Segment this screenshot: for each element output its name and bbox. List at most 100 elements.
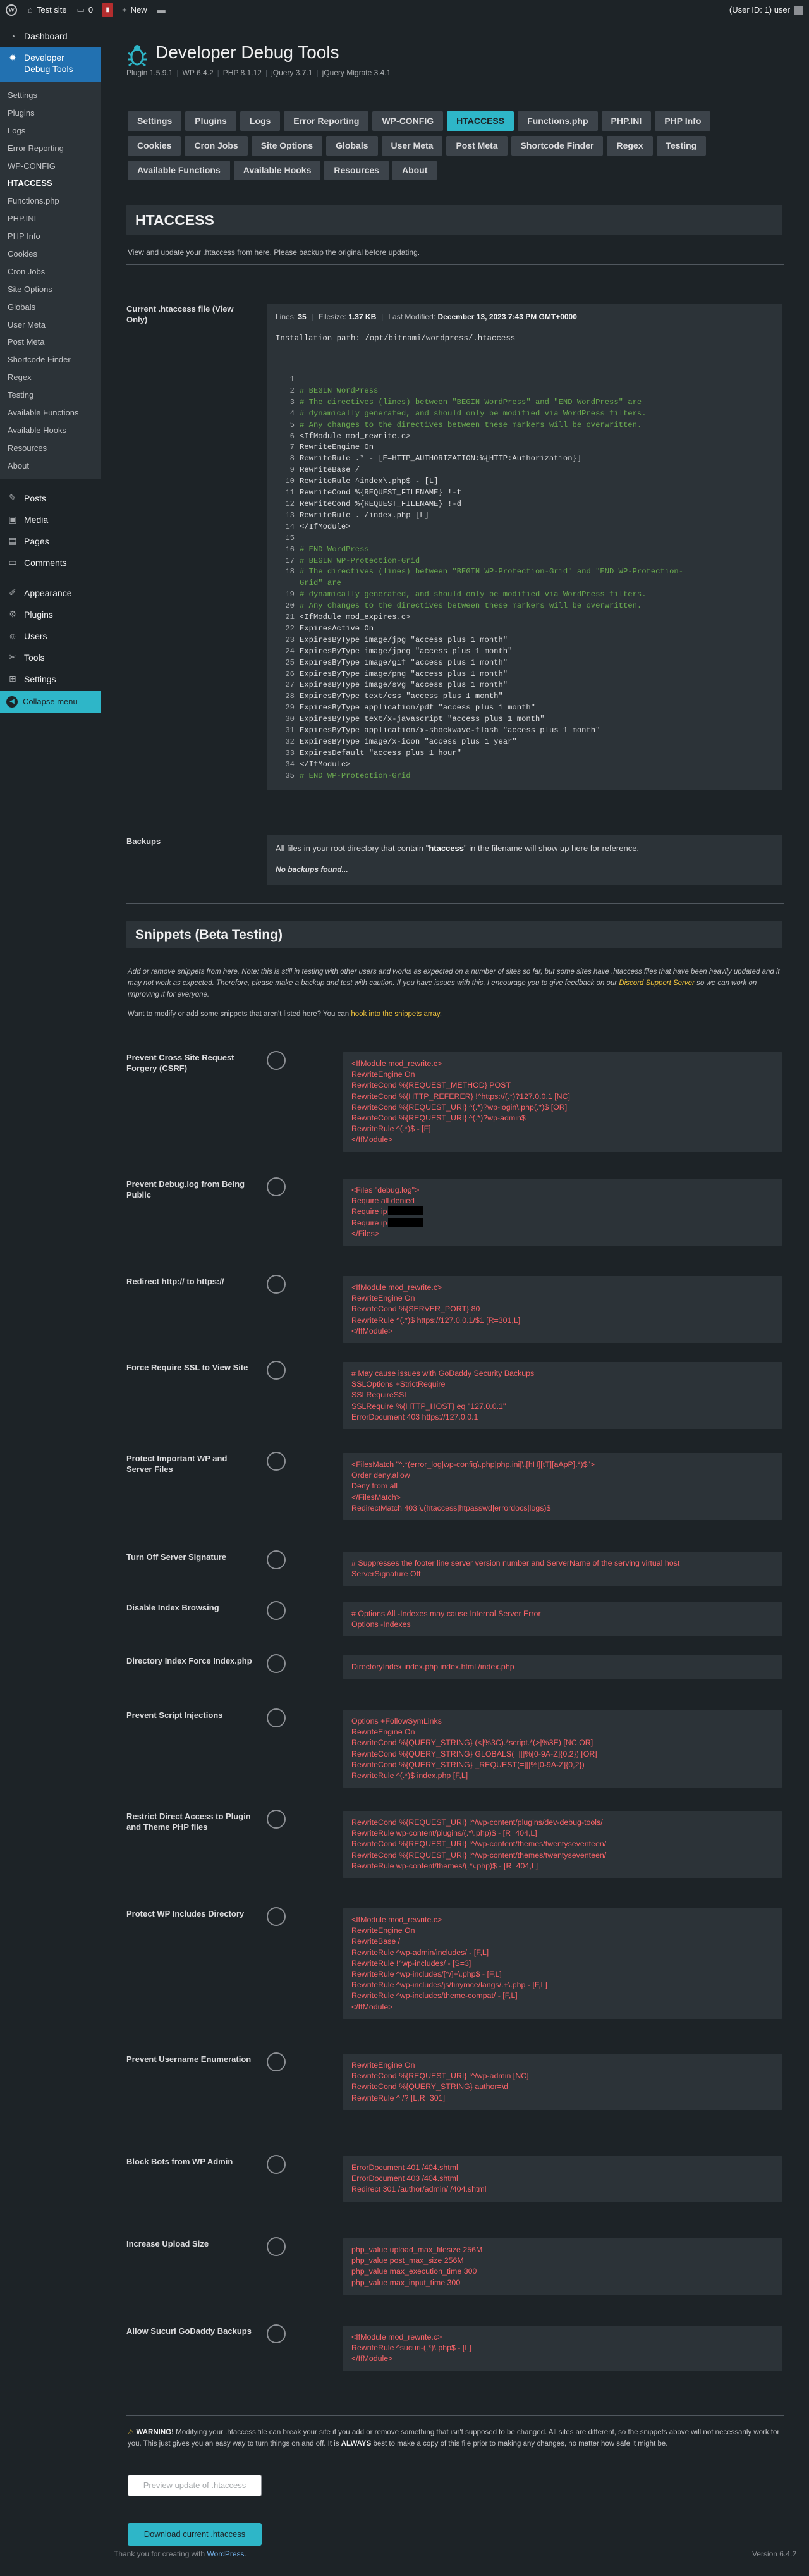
menu-plugins[interactable]: ⚙ Plugins (0, 604, 101, 625)
menu-media[interactable]: ▣ Media (0, 509, 101, 531)
snippet-toggle[interactable] (267, 1361, 286, 1380)
notes-icon[interactable]: ▬ (152, 0, 174, 20)
site-name-link[interactable]: ⌂ Test site (23, 0, 72, 20)
hook-snippets-link[interactable]: hook into the snippets array (351, 1010, 439, 1018)
line-number: 18 (285, 567, 295, 577)
tab-php-ini[interactable]: PHP.INI (601, 111, 652, 131)
submenu-item-htaccess[interactable]: HTACCESS (0, 175, 101, 192)
appearance-icon: ✐ (9, 587, 16, 598)
submenu-item-cookies[interactable]: Cookies (0, 245, 101, 263)
snippet-label: Directory Index Force Index.php (126, 1656, 252, 1665)
preview-update-button[interactable]: Preview update of .htaccess (128, 2475, 262, 2496)
tab-globals[interactable]: Globals (326, 136, 378, 156)
submenu-item-user-meta[interactable]: User Meta (0, 316, 101, 334)
submenu-item-php-ini[interactable]: PHP.INI (0, 210, 101, 228)
debug-alert-icon[interactable]: ▮ (102, 3, 114, 17)
discord-link[interactable]: Discord Support Server (619, 979, 695, 987)
submenu-item-regex[interactable]: Regex (0, 369, 101, 386)
snippet-toggle[interactable] (267, 1907, 286, 1926)
tab-php-info[interactable]: PHP Info (655, 111, 711, 131)
submenu-item-about[interactable]: About (0, 457, 101, 475)
submenu-item-shortcode-finder[interactable]: Shortcode Finder (0, 351, 101, 369)
snippet-toggle[interactable] (267, 2237, 286, 2256)
submenu-item-wp-config[interactable]: WP-CONFIG (0, 157, 101, 175)
submenu-item-globals[interactable]: Globals (0, 298, 101, 316)
tab-cookies[interactable]: Cookies (128, 136, 181, 156)
tab-error-reporting[interactable]: Error Reporting (284, 111, 369, 131)
menu-settings[interactable]: ⊞ Settings (0, 668, 101, 690)
menu-pages[interactable]: ▤ Pages (0, 531, 101, 552)
snippet-toggle[interactable] (267, 1708, 286, 1727)
tab-regex[interactable]: Regex (607, 136, 653, 156)
comments-link[interactable]: ▭ 0 (72, 0, 99, 20)
submenu-item-post-meta[interactable]: Post Meta (0, 333, 101, 351)
tab-available-hooks[interactable]: Available Hooks (233, 161, 321, 180)
submenu-item-settings[interactable]: Settings (0, 87, 101, 104)
tab-about[interactable]: About (392, 161, 437, 180)
line-number: 9 (289, 465, 295, 475)
submenu-item-testing[interactable]: Testing (0, 386, 101, 404)
download-htaccess-button[interactable]: Download current .htaccess (128, 2523, 262, 2546)
snippet-code-line: RewriteCond %{QUERY_STRING} GLOBALS(=|[|… (351, 1749, 774, 1760)
submenu-item-php-info[interactable]: PHP Info (0, 228, 101, 245)
snippet-toggle[interactable] (267, 1550, 286, 1569)
snippet-toggle[interactable] (267, 2155, 286, 2174)
collapse-menu-button[interactable]: ◀ Collapse menu (0, 690, 101, 713)
tab-post-meta[interactable]: Post Meta (446, 136, 508, 156)
menu-tools[interactable]: ✂ Tools (0, 647, 101, 668)
tab-shortcode-finder[interactable]: Shortcode Finder (511, 136, 604, 156)
user-account-link[interactable]: (User ID: 1) user (724, 0, 809, 20)
snippet-toggle[interactable] (267, 1275, 286, 1294)
snippet-toggle[interactable] (267, 1177, 286, 1196)
tab-resources[interactable]: Resources (324, 161, 389, 180)
submenu-item-logs[interactable]: Logs (0, 122, 101, 140)
menu-users[interactable]: ☺ Users (0, 625, 101, 647)
snippet-toggle[interactable] (267, 1601, 286, 1620)
tab-navigation: Settings Plugins Logs Error Reporting WP-CON… (128, 111, 760, 185)
snippet-code-text: RewriteRule ^wp-includes/theme-compat/ -… (351, 1991, 518, 2001)
menu-appearance[interactable]: ✐ Appearance (0, 582, 101, 604)
code-text: # BEGIN WP-Protection-Grid (300, 556, 420, 565)
snippet-toggle[interactable] (267, 1452, 286, 1471)
tab-site-options[interactable]: Site Options (251, 136, 323, 156)
snippet-code-line: <IfModule mod_rewrite.c> (351, 1915, 774, 1925)
new-content-link[interactable]: + New (117, 0, 152, 20)
tab-testing[interactable]: Testing (656, 136, 707, 156)
submenu-item-functions-php[interactable]: Functions.php (0, 192, 101, 210)
tab-wp-config[interactable]: WP-CONFIG (372, 111, 444, 131)
menu-comments[interactable]: ▭ Comments (0, 552, 101, 573)
code-line: 23 ExpiresByType image/jpg "access plus 1… (276, 635, 775, 646)
snippet-toggle[interactable] (267, 1810, 286, 1829)
tab-functions-php[interactable]: Functions.php (518, 111, 598, 131)
snippet-toggle[interactable] (267, 2324, 286, 2343)
snippet-code-box: <Files "debug.log"> Require all denied Req… (343, 1179, 782, 1246)
tab-user-meta[interactable]: User Meta (381, 136, 443, 156)
submenu-item-site-options[interactable]: Site Options (0, 281, 101, 298)
code-text: ExpiresByType image/x-icon "access plus … (300, 737, 517, 746)
section-title: HTACCESS (135, 212, 214, 228)
submenu-item-plugins[interactable]: Plugins (0, 104, 101, 122)
line-number: 22 (285, 623, 295, 633)
wordpress-logo-icon[interactable]: W (0, 0, 23, 20)
tab-available-functions[interactable]: Available Functions (128, 161, 230, 180)
submenu-item-available-functions[interactable]: Available Functions (0, 404, 101, 422)
submenu-item-cron-jobs[interactable]: Cron Jobs (0, 263, 101, 281)
menu-dashboard[interactable]: ◔ Dashboard (0, 25, 101, 47)
submenu-item-resources[interactable]: Resources (0, 439, 101, 457)
snippet-toggle[interactable] (267, 1654, 286, 1673)
snippet-toggle[interactable] (267, 2052, 286, 2071)
tab-plugins[interactable]: Plugins (185, 111, 236, 131)
menu-developer-debug-tools[interactable]: ✹ Developer Debug Tools (0, 47, 101, 82)
code-text: ExpiresByType image/gif "access plus 1 m… (300, 658, 508, 667)
tab-logs[interactable]: Logs (240, 111, 281, 131)
wordpress-link[interactable]: WordPress (207, 2549, 244, 2558)
tab-htaccess[interactable]: HTACCESS (447, 111, 514, 131)
tab-cron-jobs[interactable]: Cron Jobs (185, 136, 248, 156)
submenu-item-available-hooks[interactable]: Available Hooks (0, 422, 101, 439)
snippet-code-text: RewriteRule wp-content/themes/(.*\.php)$… (351, 1861, 538, 1870)
tab-settings[interactable]: Settings (128, 111, 182, 131)
submenu-item-error-reporting[interactable]: Error Reporting (0, 140, 101, 157)
menu-posts[interactable]: ✎ Posts (0, 488, 101, 509)
snippet-toggle[interactable] (267, 1051, 286, 1070)
menu-label: Media (24, 514, 49, 525)
